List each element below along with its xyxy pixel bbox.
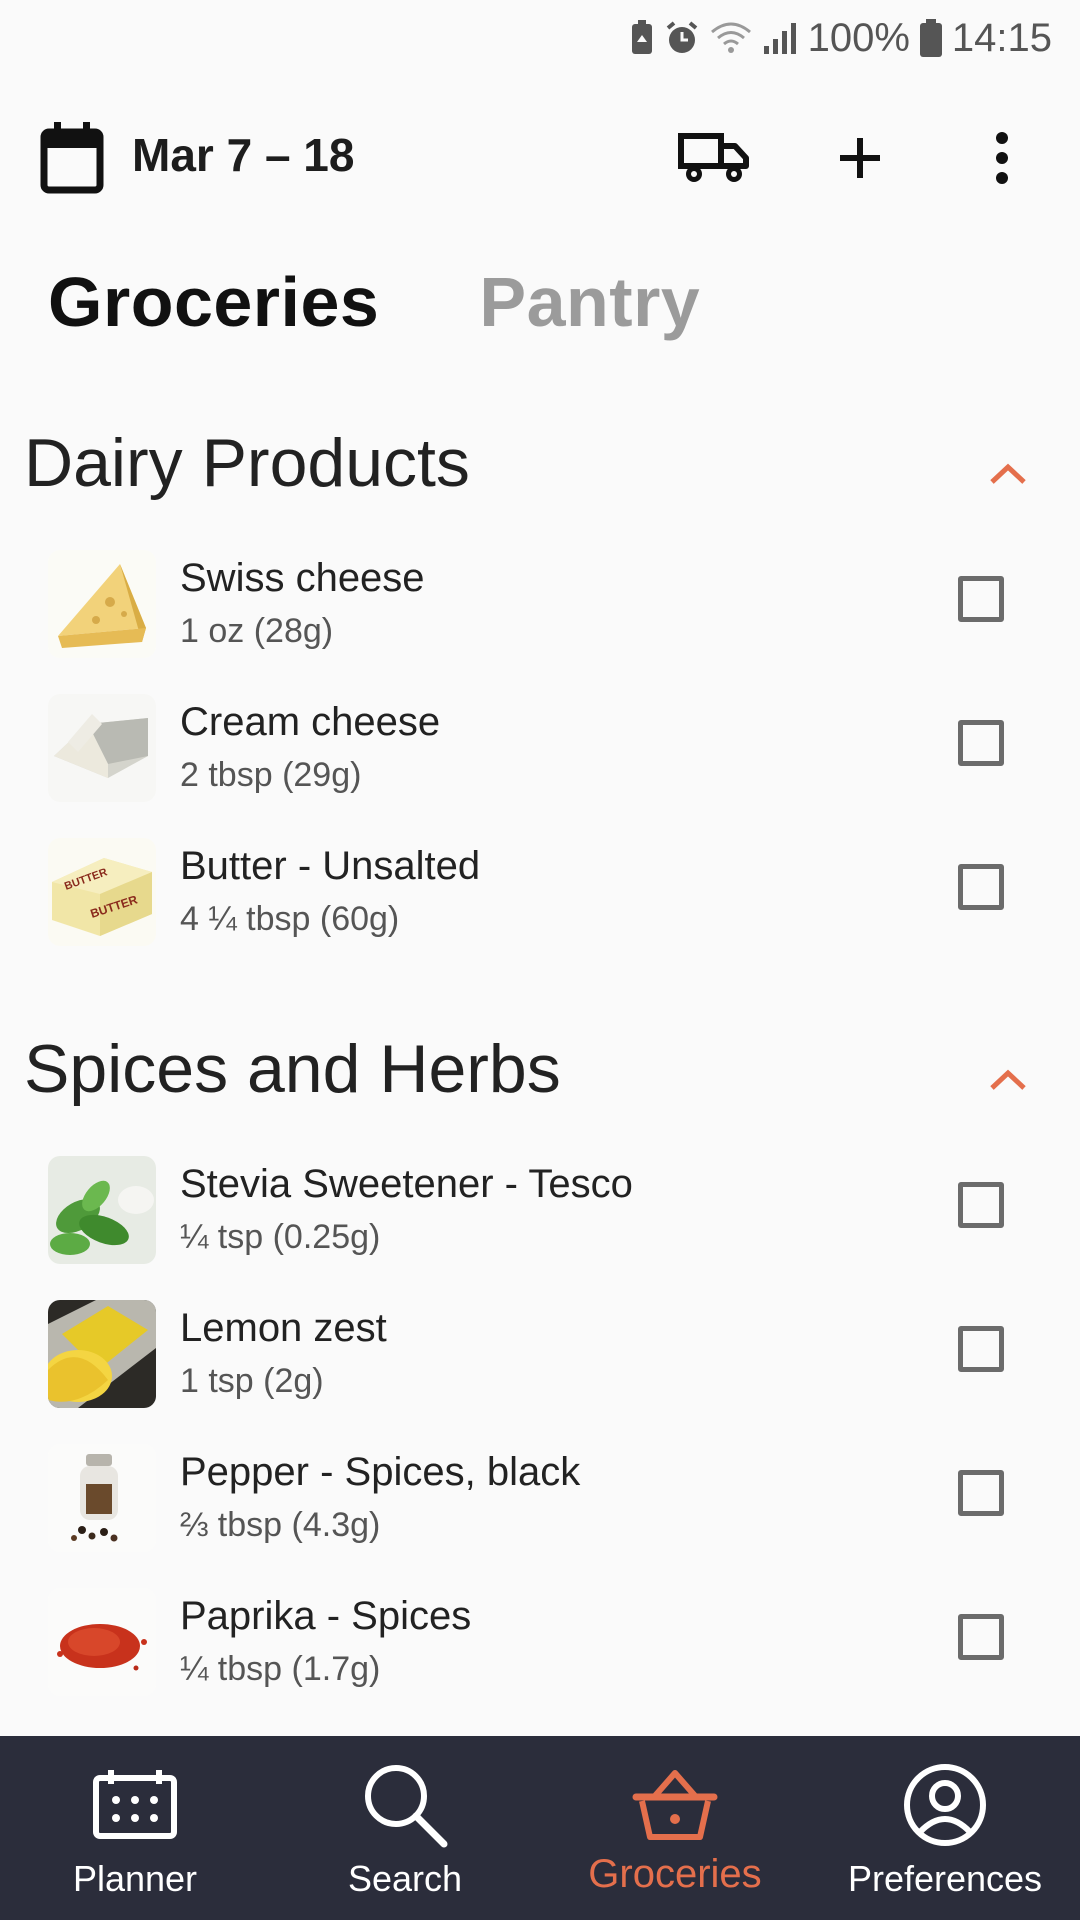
battery-icon xyxy=(919,19,942,57)
truck-icon[interactable] xyxy=(678,126,750,190)
butter-image: BUTTER BUTTER xyxy=(48,838,156,946)
tab-bar: Groceries Pantry xyxy=(48,262,700,342)
nav-groceries[interactable]: Groceries xyxy=(540,1736,810,1920)
item-quantity: ⅔ tbsp (4.3g) xyxy=(180,1506,381,1544)
cream-cheese-image xyxy=(48,694,156,802)
section-dairy-products: Dairy Products Swiss cheese 1 oz (28g) C… xyxy=(0,404,1080,966)
item-checkbox[interactable] xyxy=(958,1326,1004,1372)
date-range[interactable]: Mar 7 – 18 xyxy=(132,128,354,182)
signal-icon xyxy=(762,22,798,54)
item-quantity: 1 tsp (2g) xyxy=(180,1362,324,1400)
item-name: Lemon zest xyxy=(180,1306,387,1350)
list-item[interactable]: Pepper - Spices, black ⅔ tbsp (4.3g) xyxy=(0,1428,1080,1572)
item-name: Stevia Sweetener - Tesco xyxy=(180,1162,633,1206)
lemon-zest-image xyxy=(48,1300,156,1408)
section-spices-and-herbs: Spices and Herbs Stevia Sweetener - Tesc… xyxy=(0,1010,1080,1716)
battery-saver-icon xyxy=(630,20,654,56)
item-name: Paprika - Spices xyxy=(180,1594,472,1638)
tab-groceries[interactable]: Groceries xyxy=(48,262,379,342)
bottom-navigation: Planner Search Groceries Preferences xyxy=(0,1736,1080,1920)
battery-percent: 100% xyxy=(807,15,910,60)
item-quantity: 1 oz (28g) xyxy=(180,612,334,650)
plus-icon[interactable] xyxy=(830,126,890,190)
list-item[interactable]: Stevia Sweetener - Tesco ¼ tsp (0.25g) xyxy=(0,1140,1080,1284)
list-item[interactable]: BUTTER BUTTER Butter - Unsalted 4 ¼ tbsp … xyxy=(0,822,1080,966)
section-title: Dairy Products xyxy=(24,425,470,501)
chevron-up-icon[interactable] xyxy=(976,442,1040,506)
item-quantity: 4 ¼ tbsp (60g) xyxy=(180,900,400,938)
nav-label: Search xyxy=(347,1858,463,1899)
item-quantity: ¼ tsp (0.25g) xyxy=(180,1218,381,1256)
toolbar: Mar 7 – 18 xyxy=(0,112,1080,202)
clock: 14:15 xyxy=(951,15,1052,60)
search-icon xyxy=(360,1760,450,1850)
section-header[interactable]: Dairy Products xyxy=(0,404,1080,534)
basket-icon xyxy=(630,1760,720,1850)
list-item[interactable]: Swiss cheese 1 oz (28g) xyxy=(0,534,1080,678)
nav-search[interactable]: Search xyxy=(270,1736,540,1920)
section-title: Spices and Herbs xyxy=(24,1031,561,1107)
list-item[interactable]: Cream cheese 2 tbsp (29g) xyxy=(0,678,1080,822)
item-name: Pepper - Spices, black xyxy=(180,1450,581,1494)
alarm-icon xyxy=(664,20,700,56)
item-checkbox[interactable] xyxy=(958,1182,1004,1228)
calendar-icon[interactable] xyxy=(40,122,104,194)
nav-label: Planner xyxy=(72,1858,198,1899)
list-item[interactable]: Paprika - Spices ¼ tbsp (1.7g) xyxy=(0,1572,1080,1716)
chevron-up-icon[interactable] xyxy=(976,1048,1040,1112)
nav-preferences[interactable]: Preferences xyxy=(810,1736,1080,1920)
pepper-image xyxy=(48,1444,156,1552)
wifi-icon xyxy=(710,22,752,54)
item-checkbox[interactable] xyxy=(958,1470,1004,1516)
item-name: Swiss cheese xyxy=(180,556,425,600)
list-item[interactable]: Lemon zest 1 tsp (2g) xyxy=(0,1284,1080,1428)
item-name: Cream cheese xyxy=(180,700,441,744)
item-checkbox[interactable] xyxy=(958,1614,1004,1660)
item-quantity: 2 tbsp (29g) xyxy=(180,756,362,794)
item-name: Butter - Unsalted xyxy=(180,844,481,888)
section-header[interactable]: Spices and Herbs xyxy=(0,1010,1080,1140)
item-checkbox[interactable] xyxy=(958,720,1004,766)
nav-label: Preferences xyxy=(847,1858,1043,1899)
nav-planner[interactable]: Planner xyxy=(0,1736,270,1920)
planner-icon xyxy=(90,1760,180,1850)
more-vert-icon[interactable] xyxy=(984,126,1020,190)
item-checkbox[interactable] xyxy=(958,864,1004,910)
paprika-image xyxy=(48,1588,156,1696)
swiss-cheese-image xyxy=(48,550,156,658)
profile-icon xyxy=(900,1760,990,1850)
nav-label: Groceries xyxy=(588,1852,762,1896)
tab-pantry[interactable]: Pantry xyxy=(479,262,700,342)
stevia-image xyxy=(48,1156,156,1264)
item-checkbox[interactable] xyxy=(958,576,1004,622)
status-bar: 100% 14:15 xyxy=(0,0,1080,76)
item-quantity: ¼ tbsp (1.7g) xyxy=(180,1650,381,1688)
